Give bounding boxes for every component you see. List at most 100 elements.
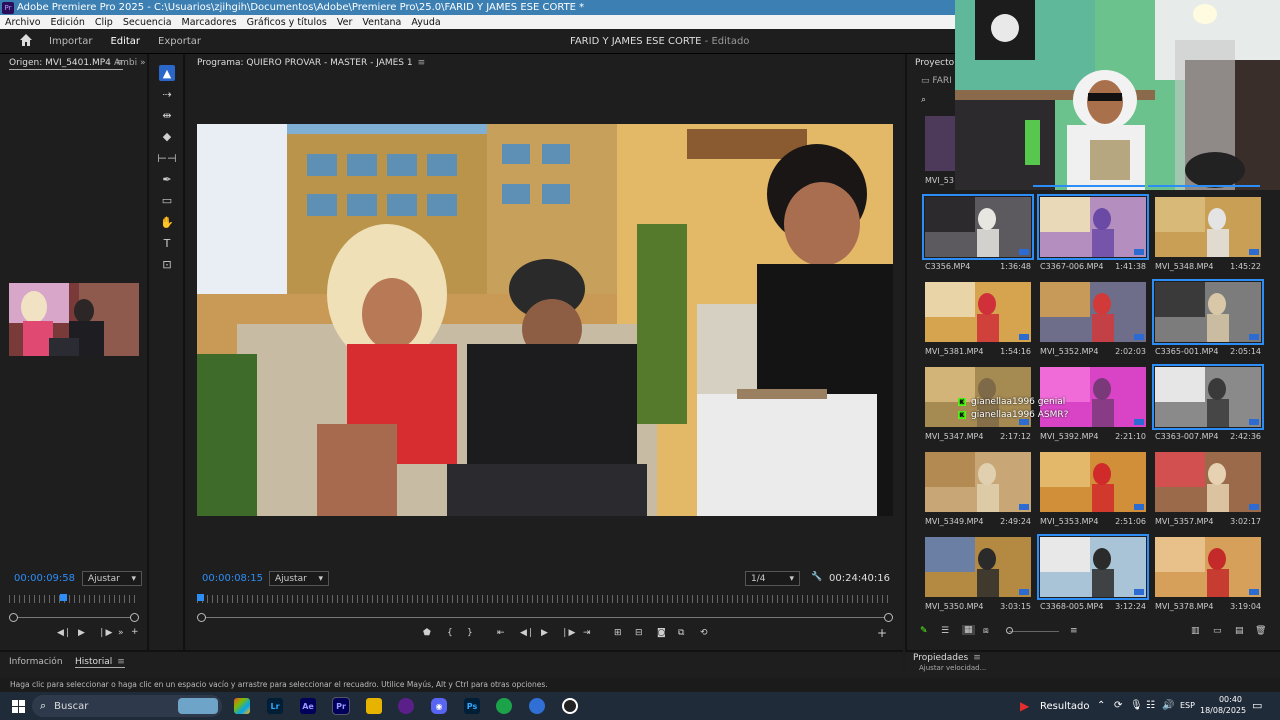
hand-tool-icon[interactable]: ✋ bbox=[159, 214, 175, 230]
source-zoom-scrollbar[interactable] bbox=[9, 613, 139, 622]
source-fit-select[interactable]: Ajustar ▾ bbox=[82, 571, 142, 586]
pencil-icon[interactable]: ✎ bbox=[920, 626, 928, 636]
go-to-in-icon[interactable]: ⇤ bbox=[497, 628, 505, 638]
tab-informacion[interactable]: Información bbox=[9, 657, 63, 667]
clip-thumbnail[interactable] bbox=[1040, 282, 1146, 342]
program-zoom-scrollbar[interactable] bbox=[197, 613, 893, 622]
clip-thumbnail[interactable] bbox=[925, 282, 1031, 342]
app-icon-purple[interactable] bbox=[398, 698, 414, 714]
panel-menu-icon[interactable]: ≡ bbox=[418, 58, 426, 68]
clip-thumbnail[interactable] bbox=[1155, 537, 1261, 597]
project-clip[interactable]: MVI_5378.MP4 3:19:04 bbox=[1155, 537, 1261, 611]
panel-menu-icon[interactable]: ≡ bbox=[117, 657, 125, 667]
mark-out-icon[interactable]: } bbox=[467, 628, 473, 638]
extract-icon[interactable]: ⊟ bbox=[635, 628, 643, 638]
menu-edicion[interactable]: Edición bbox=[46, 17, 90, 28]
clip-thumbnail[interactable] bbox=[1040, 452, 1146, 512]
copilot-icon[interactable] bbox=[234, 698, 250, 714]
menu-clip[interactable]: Clip bbox=[90, 17, 118, 28]
compare-view-icon[interactable]: ⧉ bbox=[678, 628, 684, 638]
icon-view-icon[interactable]: ▦ bbox=[962, 625, 975, 635]
step-back-icon[interactable]: ◀❘ bbox=[57, 628, 71, 638]
type-tool-icon[interactable]: T bbox=[159, 235, 175, 251]
zoom-slider-handle[interactable] bbox=[1006, 627, 1013, 634]
project-clip[interactable]: MVI_5348.MP4 1:45:22 bbox=[1155, 197, 1261, 271]
notifications-icon[interactable]: ▭ bbox=[1252, 699, 1262, 712]
clip-thumbnail[interactable] bbox=[1037, 534, 1149, 600]
lift-icon[interactable]: ⊞ bbox=[614, 628, 622, 638]
taskbar-search-box[interactable]: ⌕ Buscar bbox=[32, 695, 222, 717]
trash-icon[interactable]: 🗑 bbox=[1255, 626, 1266, 636]
program-timecode[interactable]: 00:00:08:15 bbox=[202, 573, 263, 584]
project-clip[interactable]: C3365-001.MP4 2:05:14 bbox=[1152, 279, 1264, 356]
menu-secuencia[interactable]: Secuencia bbox=[118, 17, 177, 28]
button-editor-icon[interactable]: + bbox=[877, 626, 887, 640]
wrench-settings-icon[interactable]: 🔧 bbox=[811, 572, 822, 582]
play-icon[interactable]: ▶ bbox=[78, 628, 85, 638]
pen-tool-icon[interactable]: ✒ bbox=[159, 171, 175, 187]
microphone-icon[interactable]: 🎙 bbox=[1130, 700, 1143, 711]
nav-editar[interactable]: Editar bbox=[110, 36, 140, 47]
partial-clip-thumb[interactable] bbox=[925, 116, 959, 171]
project-clip[interactable]: MVI_5352.MP4 2:02:03 bbox=[1040, 282, 1146, 356]
clip-thumbnail[interactable] bbox=[925, 452, 1031, 512]
speaker-icon[interactable]: 🔊 bbox=[1162, 700, 1174, 711]
project-clip[interactable]: C3368-005.MP4 3:12:24 bbox=[1037, 534, 1149, 611]
project-clip[interactable]: MVI_5381.MP4 1:54:16 bbox=[925, 282, 1031, 356]
clock-date[interactable]: 18/08/2025 bbox=[1200, 706, 1246, 715]
source-tab[interactable]: Origen: MVI_5401.MP4 ≡ bbox=[9, 58, 124, 70]
ripple-edit-tool-icon[interactable]: ⇹ bbox=[159, 107, 175, 123]
source-tab-2[interactable]: Ambi » bbox=[114, 58, 146, 68]
clip-thumbnail[interactable] bbox=[1155, 197, 1261, 257]
clip-thumbnail[interactable] bbox=[1155, 452, 1261, 512]
new-bin-icon[interactable]: ▭ bbox=[1213, 626, 1222, 636]
clip-thumbnail[interactable] bbox=[922, 194, 1034, 260]
caption-tool-icon[interactable]: ⊡ bbox=[159, 256, 175, 272]
language-indicator[interactable]: ESP bbox=[1180, 701, 1195, 710]
home-icon[interactable] bbox=[19, 33, 35, 49]
go-to-out-icon[interactable]: ⇥ bbox=[583, 628, 591, 638]
clip-thumbnail[interactable] bbox=[1152, 364, 1264, 430]
project-clip[interactable]: MVI_5353.MP4 2:51:06 bbox=[1040, 452, 1146, 526]
tab-propiedades[interactable]: Propiedades ≡ bbox=[913, 653, 981, 663]
network-icon[interactable]: ☷ bbox=[1146, 700, 1155, 711]
menu-marcadores[interactable]: Marcadores bbox=[177, 17, 242, 28]
obs-icon[interactable] bbox=[562, 698, 578, 714]
menu-ver[interactable]: Ver bbox=[332, 17, 358, 28]
new-item-icon[interactable]: ▤ bbox=[1235, 626, 1244, 636]
project-clip[interactable]: MVI_5357.MP4 3:02:17 bbox=[1155, 452, 1261, 526]
premiere-taskbar-icon[interactable]: Pr bbox=[332, 697, 350, 715]
app-icon-blue[interactable] bbox=[529, 698, 545, 714]
menu-ayuda[interactable]: Ayuda bbox=[406, 17, 445, 28]
properties-item[interactable]: Ajustar velocidad... bbox=[919, 664, 986, 672]
clock-time[interactable]: 00:40 bbox=[1202, 695, 1242, 704]
lightroom-icon[interactable]: Lr bbox=[267, 698, 283, 714]
menu-archivo[interactable]: Archivo bbox=[0, 17, 46, 28]
chevron-up-icon[interactable]: ⌃ bbox=[1097, 700, 1105, 711]
chevron-right-icon[interactable]: » bbox=[140, 58, 146, 68]
add-marker-icon[interactable]: ⬟ bbox=[423, 628, 431, 638]
program-tab[interactable]: Programa: QUIERO PROVAR - MASTER - JAMES… bbox=[197, 58, 425, 68]
source-playhead[interactable] bbox=[60, 594, 67, 601]
project-clip[interactable]: C3356.MP4 1:36:48 bbox=[922, 194, 1034, 271]
resultado-label[interactable]: Resultado bbox=[1040, 701, 1090, 712]
program-time-ruler[interactable] bbox=[197, 595, 892, 603]
photoshop-icon[interactable]: Ps bbox=[464, 698, 480, 714]
discord-icon[interactable]: ◉ bbox=[431, 698, 447, 714]
menu-ventana[interactable]: Ventana bbox=[357, 17, 406, 28]
edge-icon[interactable] bbox=[496, 698, 512, 714]
project-clip[interactable]: MVI_5349.MP4 2:49:24 bbox=[925, 452, 1031, 526]
automate-to-sequence-icon[interactable]: ▥ bbox=[1191, 626, 1200, 636]
track-select-tool-icon[interactable]: ⇢ bbox=[159, 86, 175, 102]
razor-tool-icon[interactable]: ◆ bbox=[159, 128, 175, 144]
tray-icon[interactable]: ⟳ bbox=[1114, 700, 1122, 711]
panel-menu-icon[interactable]: ≡ bbox=[973, 653, 981, 663]
nav-exportar[interactable]: Exportar bbox=[158, 36, 201, 47]
export-frame-camera-icon[interactable]: ◙ bbox=[657, 628, 666, 638]
source-time-ruler[interactable] bbox=[9, 595, 139, 603]
mark-in-icon[interactable]: { bbox=[447, 628, 453, 638]
program-fit-select[interactable]: Ajustar ▾ bbox=[269, 571, 329, 586]
step-forward-icon[interactable]: ❘▶ bbox=[98, 628, 112, 638]
project-clip[interactable]: C3367-006.MP4 1:41:38 bbox=[1037, 194, 1149, 271]
menu-graficos[interactable]: Gráficos y títulos bbox=[242, 17, 332, 28]
